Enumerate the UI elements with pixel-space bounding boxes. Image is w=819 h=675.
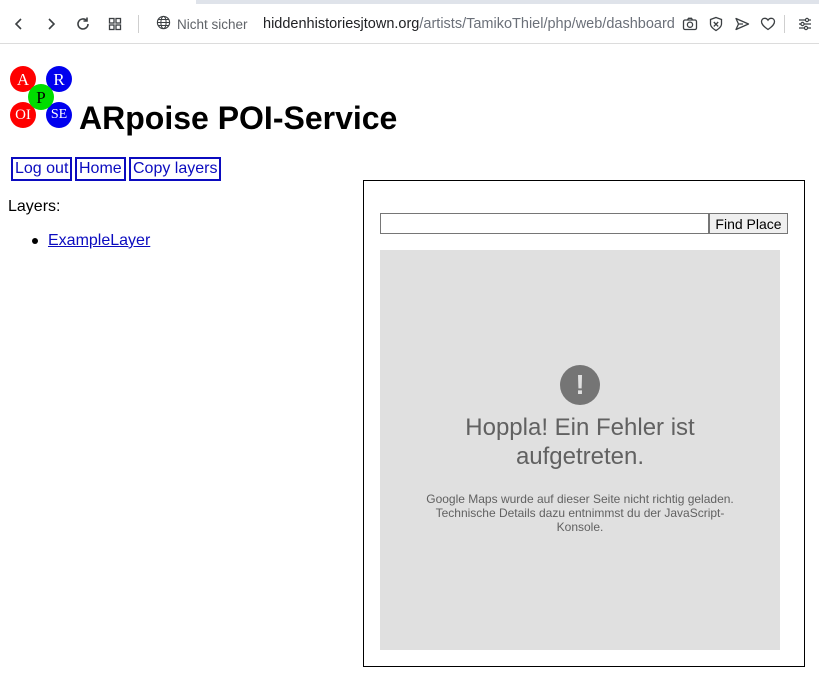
list-item: ExampleLayer	[28, 231, 150, 251]
address-bar[interactable]: hiddenhistoriesjtown.org/artists/TamikoT…	[263, 15, 675, 33]
toolbar-separator	[138, 15, 139, 33]
settings-icon[interactable]	[794, 13, 816, 35]
error-icon: !	[560, 365, 600, 405]
page-title: ARpoise POI-Service	[79, 100, 398, 136]
home-button[interactable]: Home	[75, 157, 126, 181]
back-icon[interactable]	[8, 13, 30, 35]
list-bullet	[32, 238, 38, 244]
layers-list: ExampleLayer	[28, 231, 150, 251]
map-error-title: Hoppla! Ein Fehler ist aufgetreten.	[465, 414, 695, 470]
map-error-description: Google Maps wurde auf dieser Seite nicht…	[426, 492, 734, 534]
find-place-button[interactable]: Find Place	[709, 213, 788, 234]
security-label: Nicht sicher	[177, 16, 248, 32]
security-indicator[interactable]: Nicht sicher	[156, 15, 248, 33]
logout-button[interactable]: Log out	[11, 157, 73, 181]
place-search-input[interactable]	[380, 213, 709, 234]
forward-icon[interactable]	[40, 13, 62, 35]
block-icon[interactable]	[705, 13, 727, 35]
reload-icon[interactable]	[72, 13, 94, 35]
tabs-grid-icon[interactable]	[104, 13, 126, 35]
camera-icon[interactable]	[679, 13, 701, 35]
toolbar-separator	[784, 15, 785, 33]
globe-icon	[156, 15, 171, 33]
heart-icon[interactable]	[757, 13, 779, 35]
logo-letter-p: P	[28, 84, 54, 110]
url-host: hiddenhistoriesjtown.org	[263, 16, 420, 32]
copy-layers-button[interactable]: Copy layers	[129, 157, 222, 181]
send-icon[interactable]	[731, 13, 753, 35]
map-canvas[interactable]: ! Hoppla! Ein Fehler ist aufgetreten. Go…	[380, 250, 780, 650]
layers-label: Layers:	[8, 198, 61, 215]
browser-toolbar: Nicht sicher hiddenhistoriesjtown.org/ar…	[0, 4, 819, 44]
layer-link-examplelayer[interactable]: ExampleLayer	[48, 232, 150, 249]
arpoise-logo: A R OI SE P	[8, 66, 72, 128]
url-path: /artists/TamikoThiel/php/web/dashboard	[419, 16, 675, 32]
